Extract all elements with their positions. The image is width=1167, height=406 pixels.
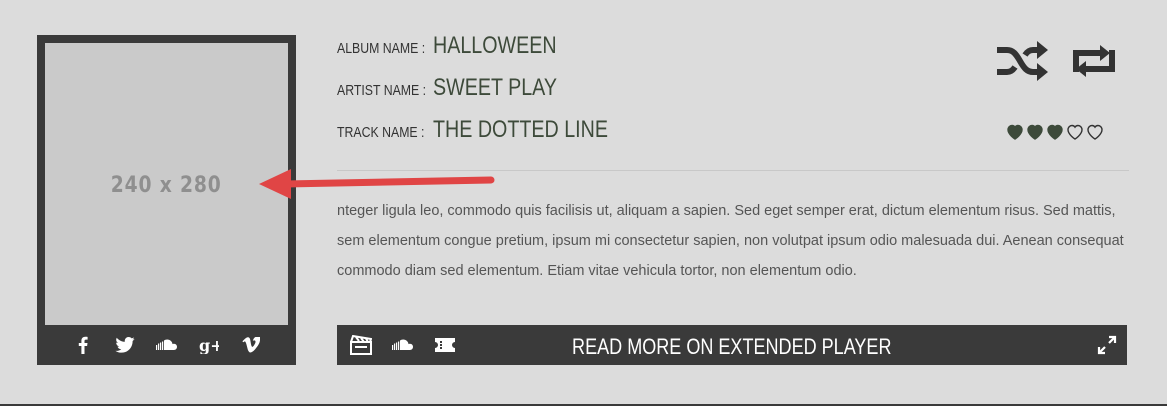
album-name-label: ALBUM NAME :: [337, 40, 426, 57]
google-plus-icon[interactable]: g+: [198, 334, 220, 356]
artist-name-label: ARTIST NAME :: [337, 82, 427, 99]
facebook-icon[interactable]: [72, 334, 94, 356]
playback-tools: [994, 38, 1118, 84]
extended-player-bar: READ MORE ON EXTENDED PLAYER: [337, 325, 1127, 365]
album-name-row: ALBUM NAME : HALLOWEEN: [337, 32, 646, 74]
heart-filled-icon[interactable]: [1046, 123, 1064, 141]
svg-text:g+: g+: [199, 336, 219, 354]
album-name-value: HALLOWEEN: [433, 32, 557, 59]
repeat-icon[interactable]: [1070, 38, 1118, 84]
album-art-placeholder: 240 x 280: [45, 43, 288, 325]
vimeo-icon[interactable]: [240, 334, 262, 356]
heart-filled-icon[interactable]: [1026, 123, 1044, 141]
track-name-value: THE DOTTED LINE: [433, 116, 608, 143]
rating-hearts[interactable]: [1006, 123, 1104, 141]
social-links: g+: [37, 325, 296, 365]
track-name-label: TRACK NAME :: [337, 124, 425, 141]
track-info: ALBUM NAME : HALLOWEEN ARTIST NAME : SWE…: [337, 32, 646, 158]
heart-filled-icon[interactable]: [1006, 123, 1024, 141]
read-more-label: READ MORE ON EXTENDED PLAYER: [572, 334, 892, 359]
read-more-link[interactable]: READ MORE ON EXTENDED PLAYER: [337, 334, 1127, 360]
twitter-icon[interactable]: [114, 334, 136, 356]
heart-empty-icon[interactable]: [1086, 123, 1104, 141]
track-description: nteger ligula leo, commodo quis facilisi…: [337, 203, 1124, 279]
artist-name-row: ARTIST NAME : SWEET PLAY: [337, 74, 646, 116]
track-name-row: TRACK NAME : THE DOTTED LINE: [337, 116, 646, 158]
shuffle-icon[interactable]: [994, 38, 1050, 84]
divider: [337, 170, 1129, 171]
expand-icon[interactable]: [1097, 335, 1117, 355]
artist-name-value: SWEET PLAY: [433, 74, 557, 101]
heart-empty-icon[interactable]: [1066, 123, 1084, 141]
soundcloud-icon[interactable]: [155, 334, 178, 356]
album-art-size-label: 240 x 280: [111, 172, 222, 198]
